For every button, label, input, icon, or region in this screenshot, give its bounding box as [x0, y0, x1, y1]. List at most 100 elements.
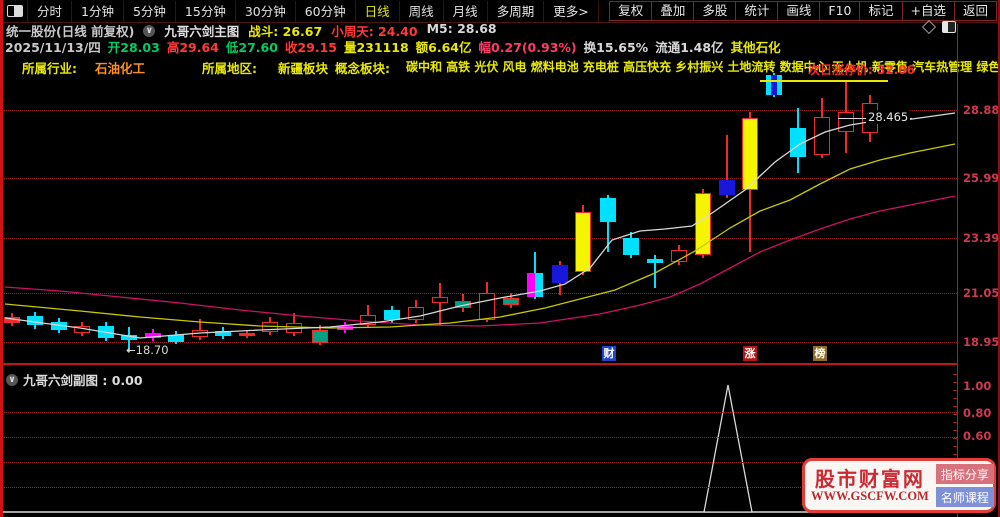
- watermark-box: 股市财富网 WWW.GSCFW.COM 指标分享 名师课程: [802, 458, 996, 513]
- axis-tick: [953, 398, 957, 399]
- watermark-text: 股市财富网 WWW.GSCFW.COM: [811, 468, 929, 504]
- ma-value-label: 28.465: [866, 110, 911, 124]
- diamond-icon[interactable]: [921, 19, 937, 35]
- price-axis-label: 18.95: [963, 335, 1000, 349]
- axis-tick: [953, 414, 957, 415]
- toolbar-item-5分钟[interactable]: 5分钟: [124, 0, 176, 22]
- candle: [51, 322, 67, 330]
- toolbar-button-标记[interactable]: 标记: [859, 1, 903, 21]
- candle: [479, 293, 495, 320]
- toolbar-item-60分钟[interactable]: 60分钟: [296, 0, 356, 22]
- watermark-url: WWW.GSCFW.COM: [811, 488, 929, 503]
- sub-chart-header[interactable]: ∨ 九哥六剑副图 : 0.00: [6, 370, 143, 389]
- quote-field: 收29.15: [284, 40, 337, 55]
- quote-field: 低27.60: [225, 40, 278, 55]
- quote-field: 量231118: [343, 40, 409, 55]
- candle: [408, 307, 424, 320]
- gridline: [0, 110, 957, 111]
- candle: [623, 238, 639, 255]
- toolbar-item-更多>[interactable]: 更多>: [544, 0, 599, 22]
- sub-gridline: [0, 437, 957, 438]
- sub-axis-label: 1.00: [963, 379, 992, 393]
- candle: [215, 331, 231, 336]
- quote-fields: 开28.03 高29.64 低27.60 收29.15 量231118 额6.64亿 幅0.…: [108, 37, 781, 56]
- price-axis-label: 21.05: [963, 286, 1000, 300]
- candle: [192, 330, 208, 337]
- quote-field: 流通1.48亿: [655, 40, 724, 55]
- toolbar-item-分时[interactable]: 分时: [28, 0, 73, 22]
- candle: [121, 335, 137, 340]
- watermark-tags: 指标分享 名师课程: [935, 463, 994, 509]
- badge-榜: 榜: [813, 346, 827, 361]
- sub-signal-spike: [703, 384, 753, 513]
- axis-tick: [953, 406, 957, 407]
- candle: [503, 298, 519, 305]
- chevron-circle-icon[interactable]: ∨: [6, 373, 18, 386]
- candle-wick: [439, 283, 441, 325]
- candle: [647, 259, 663, 263]
- candle: [695, 193, 711, 255]
- region-label: 所属地区:: [202, 61, 257, 76]
- candle: [168, 335, 184, 342]
- axis-tick: [953, 454, 957, 455]
- watermark-title: 股市财富网: [814, 466, 925, 491]
- quote-field: 换15.65%: [583, 40, 649, 55]
- trading-terminal-window: 分时 1分钟 5分钟 15分钟 30分钟 60分钟 日线 周线 月线 多周期 更多> 复权 叠加 多股统…: [0, 0, 1000, 517]
- candle: [262, 322, 278, 332]
- low-price-label: ←18.70: [126, 343, 169, 357]
- region-value[interactable]: 新疆板块: [278, 58, 328, 77]
- toolbar-button-叠加[interactable]: 叠加: [651, 1, 695, 21]
- quote-field: 额6.64亿: [415, 40, 472, 55]
- toolbar-button-画线[interactable]: 画线: [777, 1, 821, 21]
- price-axis-label: 23.39: [963, 231, 1000, 245]
- toolbar-button-多股[interactable]: 多股: [693, 1, 737, 21]
- limit-up-price-label: 次日涨停价: 32.06: [808, 63, 915, 77]
- toolbar-button-F10[interactable]: F10: [819, 1, 861, 21]
- toolbar-item-月线[interactable]: 月线: [444, 0, 488, 22]
- toolbar-item-30分钟[interactable]: 30分钟: [236, 0, 296, 22]
- toolbar-item-15分钟[interactable]: 15分钟: [176, 0, 236, 22]
- split-pane-button[interactable]: [3, 0, 28, 22]
- candle: [239, 333, 255, 336]
- axis-tick: [953, 430, 957, 431]
- candle: [742, 118, 758, 190]
- layout-icon[interactable]: [942, 21, 956, 33]
- price-axis-label: 25.99: [963, 171, 1000, 185]
- badge-财: 财: [602, 346, 616, 361]
- candle: [74, 326, 90, 333]
- stock-info-row: 统一股份(日线 前复权) ∨ 九哥六剑主图 战斗: 26.67 小周天: 24.4…: [6, 21, 497, 39]
- quote-field: 其他石化: [730, 40, 781, 55]
- quote-row: 2025/11/13/四 开28.03 高29.64 低27.60 收29.15 量23…: [5, 37, 781, 56]
- candle: [527, 273, 543, 297]
- quote-field: 高29.64: [166, 40, 219, 55]
- candle: [838, 112, 854, 132]
- axis-tick: [953, 446, 957, 447]
- panel-separator[interactable]: [0, 363, 958, 365]
- toolbar-item-1分钟[interactable]: 1分钟: [72, 0, 124, 22]
- price-axis-label: 28.88: [963, 103, 1000, 117]
- toolbar-button-统计[interactable]: 统计: [735, 1, 779, 21]
- gridline: [0, 238, 957, 239]
- quote-field: 幅0.27(0.93%): [478, 40, 577, 55]
- candle: [145, 333, 161, 338]
- candle: [790, 128, 806, 157]
- axis-tick: [953, 374, 957, 375]
- candle: [766, 75, 782, 95]
- quote-field: 开28.03: [107, 40, 160, 55]
- toolbar-item-周线[interactable]: 周线: [400, 0, 444, 22]
- toolbar-item-多周期[interactable]: 多周期: [488, 0, 545, 22]
- axis-tick: [953, 390, 957, 391]
- industry-value[interactable]: 石油化工: [95, 58, 145, 77]
- chevron-circle-icon[interactable]: ∨: [143, 24, 156, 37]
- price-axis-line: [957, 24, 958, 517]
- toolbar-item-日线[interactable]: 日线: [356, 0, 400, 22]
- candle: [719, 180, 735, 195]
- toolbar-button-返回[interactable]: 返回: [953, 1, 997, 21]
- toolbar-button-复权[interactable]: 复权: [609, 1, 653, 21]
- limit-up-line: [760, 80, 888, 82]
- watermark-tag-2: 名师课程: [935, 487, 994, 507]
- candle: [552, 265, 568, 283]
- axis-tick: [953, 422, 957, 423]
- toolbar-button-+自选[interactable]: +自选: [901, 1, 955, 21]
- sub-gridline: [0, 412, 957, 413]
